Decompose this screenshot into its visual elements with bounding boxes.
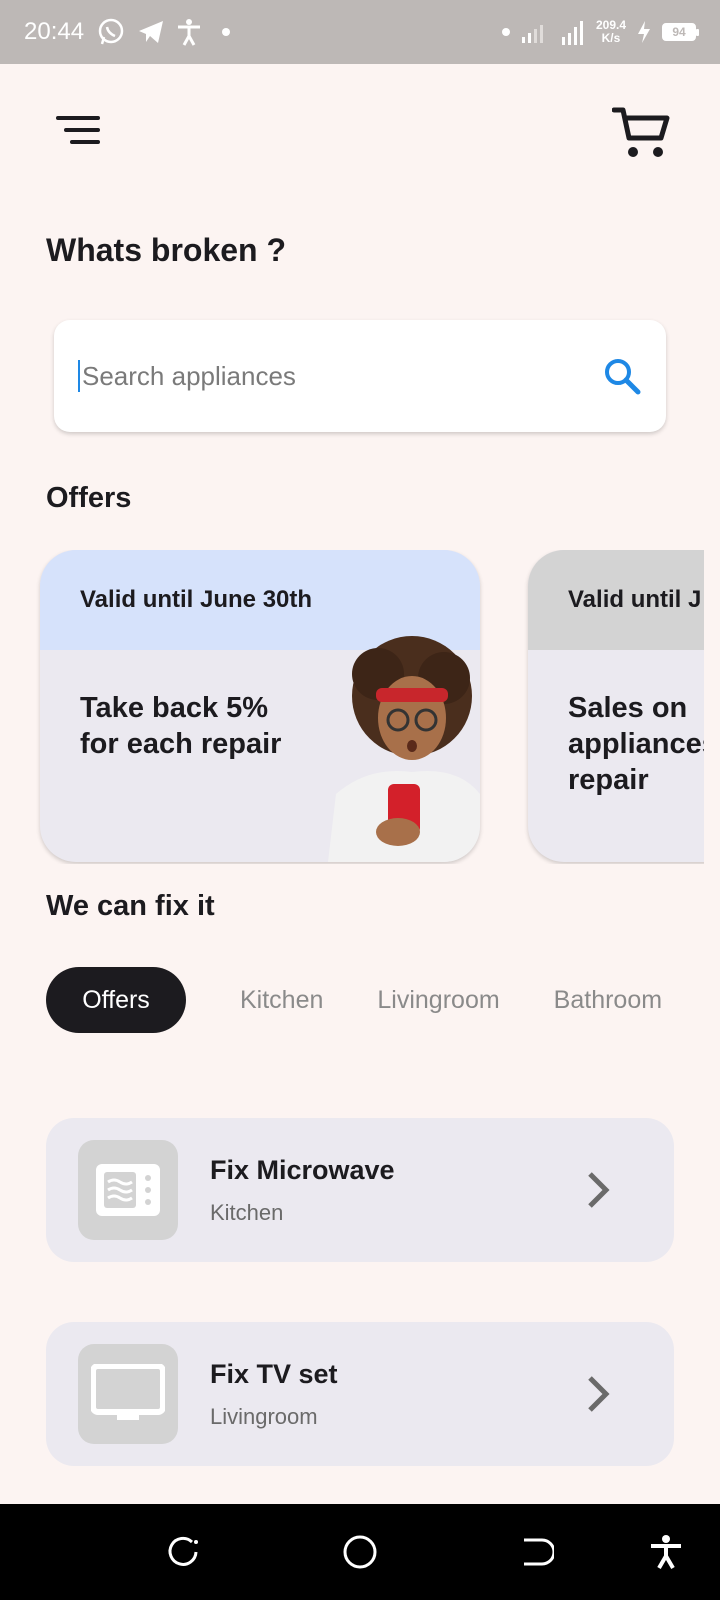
chevron-right-icon bbox=[588, 1172, 610, 1208]
page-title: Whats broken ? bbox=[46, 232, 287, 268]
menu-icon[interactable] bbox=[52, 112, 100, 152]
offer-text: Take back 5% for each repair bbox=[80, 692, 282, 760]
category-chips: Offers Kitchen Livingroom Bathroom bbox=[46, 967, 692, 1033]
offer-text: Sales on appliances repair bbox=[568, 692, 704, 796]
service-category: Livingroom bbox=[210, 1403, 318, 1429]
service-thumbnail bbox=[78, 1140, 178, 1240]
accessibility-status-icon bbox=[178, 19, 201, 46]
offer-woman-image bbox=[328, 636, 480, 862]
fix-section-title: We can fix it bbox=[46, 890, 215, 922]
tv-icon bbox=[91, 1364, 165, 1420]
status-time: 20:44 bbox=[24, 18, 85, 45]
notification-dot-icon bbox=[222, 28, 231, 36]
service-thumbnail bbox=[78, 1344, 178, 1444]
offer-card[interactable]: Valid until J Sales on appliances repair bbox=[528, 550, 704, 862]
chip-offers[interactable]: Offers bbox=[46, 967, 186, 1033]
chip-bathroom[interactable]: Bathroom bbox=[530, 967, 686, 1033]
battery-indicator: 94 bbox=[662, 23, 699, 41]
telegram-icon bbox=[139, 21, 164, 43]
search-input[interactable] bbox=[78, 360, 602, 392]
shopping-cart-icon[interactable] bbox=[612, 104, 672, 160]
service-category: Kitchen bbox=[210, 1199, 284, 1225]
signal-4g-icon bbox=[561, 21, 583, 45]
microwave-icon bbox=[96, 1164, 160, 1216]
home-icon[interactable] bbox=[342, 1534, 378, 1570]
offers-carousel[interactable]: Valid until June 30th Take back 5% for e… bbox=[0, 550, 704, 864]
status-bar: 20:44 209.4 K/s 94 bbox=[0, 0, 720, 64]
search-icon[interactable] bbox=[602, 356, 642, 396]
chip-livingroom[interactable]: Livingroom bbox=[353, 967, 523, 1033]
offers-section-title: Offers bbox=[46, 482, 132, 514]
search-bar bbox=[54, 320, 666, 432]
service-card-microwave[interactable]: Fix Microwave Kitchen bbox=[46, 1118, 674, 1262]
service-card-tv[interactable]: Fix TV set Livingroom bbox=[46, 1322, 674, 1466]
offer-card[interactable]: Valid until June 30th Take back 5% for e… bbox=[40, 550, 480, 862]
service-title: Fix Microwave bbox=[210, 1154, 395, 1185]
dot-icon bbox=[501, 28, 510, 36]
chip-kitchen[interactable]: Kitchen bbox=[216, 967, 347, 1033]
whatsapp-icon bbox=[98, 18, 124, 45]
network-speed: 209.4 K/s bbox=[595, 18, 626, 45]
accessibility-icon[interactable] bbox=[648, 1534, 684, 1570]
back-icon[interactable] bbox=[518, 1534, 554, 1570]
service-title: Fix TV set bbox=[210, 1358, 338, 1389]
chevron-right-icon bbox=[588, 1376, 610, 1412]
recent-apps-icon[interactable] bbox=[166, 1534, 202, 1570]
signal-icon bbox=[521, 25, 543, 43]
system-navigation-bar bbox=[0, 1504, 720, 1600]
charging-icon bbox=[638, 21, 650, 43]
offer-validity: Valid until J bbox=[528, 550, 704, 650]
